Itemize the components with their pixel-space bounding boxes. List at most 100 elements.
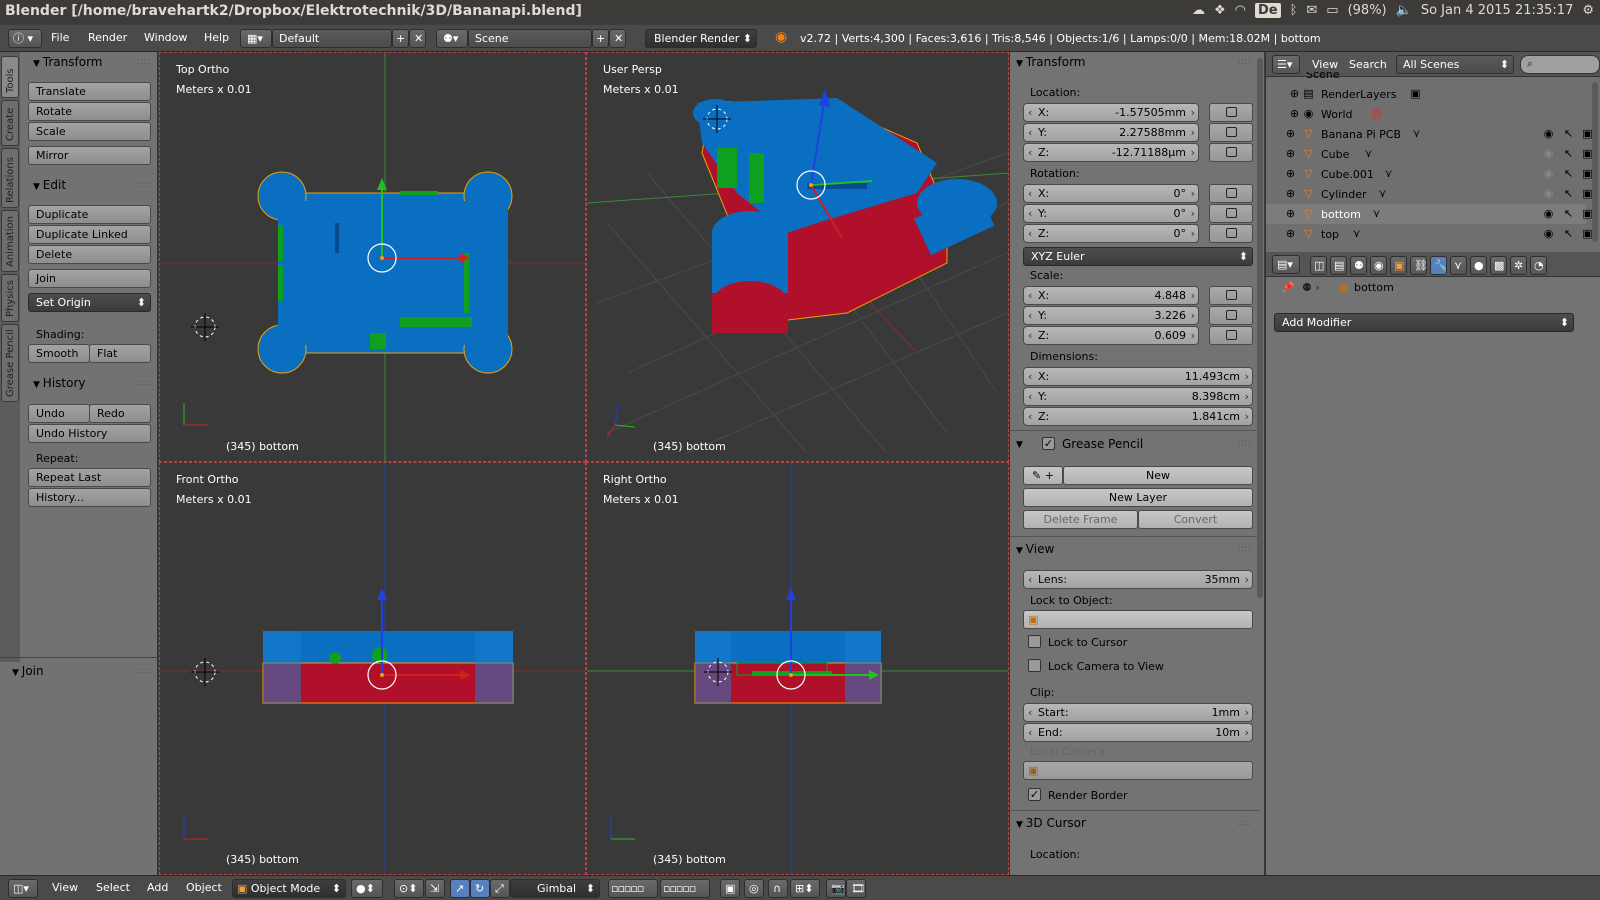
editor-type-info-icon[interactable]: ⓘ ▾	[8, 29, 42, 48]
object-top-view[interactable]	[257, 171, 513, 374]
lock-scale-x-icon[interactable]	[1209, 286, 1253, 305]
translate-button[interactable]: Translate	[28, 82, 151, 101]
lock-location-z-icon[interactable]	[1209, 143, 1253, 162]
expand-icon[interactable]: ⊕	[1288, 107, 1301, 120]
lock-rotation-z-icon[interactable]	[1209, 224, 1253, 243]
layer-buttons-1[interactable]: ▫▫▫▫▫	[608, 879, 658, 898]
smooth-button[interactable]: Smooth	[28, 344, 90, 363]
expand-icon[interactable]: ⊕	[1284, 147, 1297, 160]
viewport-front-ortho[interactable]: Front Ortho Meters x 0.01 (345) bottom	[159, 462, 586, 875]
battery-percent[interactable]: (98%)	[1348, 3, 1387, 18]
scene-field[interactable]: Scene	[468, 29, 592, 48]
tab-physics[interactable]: Physics	[1, 274, 19, 322]
battery-icon[interactable]: ▭	[1326, 3, 1338, 18]
delete-button[interactable]: Delete	[28, 245, 151, 264]
wifi-icon[interactable]: ◠	[1235, 3, 1246, 18]
panel-grip-icon[interactable]: ∷∷	[1238, 439, 1251, 449]
menu-render[interactable]: Render	[88, 31, 127, 44]
panel-grip-icon[interactable]: ∷∷	[1238, 819, 1251, 829]
lock-layers-icon[interactable]: ▣	[720, 879, 740, 898]
particles-tab-icon[interactable]: ✲	[1510, 256, 1527, 275]
3d-cursor-panel-header[interactable]: 3D Cursor	[1016, 816, 1086, 830]
transform-panel-header[interactable]: Transform	[33, 55, 103, 69]
lock-object-field[interactable]: ▣	[1023, 610, 1253, 629]
panel-grip-icon[interactable]: ∷∷	[137, 181, 150, 191]
menu-file[interactable]: File	[51, 31, 69, 44]
transform-orientation-dropdown[interactable]: Gimbal ⬍	[510, 879, 600, 898]
screen-layout-field[interactable]: Default	[272, 29, 392, 48]
tab-create[interactable]: Create	[1, 100, 19, 146]
outliner-row-cylinder[interactable]: ⊕ ▽ Cylinder ⋎ ◉ ↖ ▣	[1266, 184, 1593, 204]
opengl-render-animation-icon[interactable]: 🎞	[846, 879, 866, 898]
transform-panel-header[interactable]: Transform	[1016, 55, 1086, 69]
selectable-cursor-icon[interactable]: ↖	[1562, 167, 1575, 180]
delete-screen-button[interactable]: ✕	[409, 29, 426, 48]
outliner-row-bottom[interactable]: ⊕ ▽ bottom ⋎ ◉ ↖ ▣	[1266, 204, 1593, 224]
material-tab-icon[interactable]: ●	[1470, 256, 1487, 275]
snap-magnet-icon[interactable]: ∩	[768, 879, 788, 898]
opengl-render-image-icon[interactable]: 📷	[826, 879, 846, 898]
outliner-menu-view[interactable]: View	[1312, 58, 1338, 71]
undo-button[interactable]: Undo	[28, 404, 90, 423]
object-persp-view[interactable]	[693, 98, 997, 333]
constraints-tab-icon[interactable]: ⛓	[1410, 256, 1427, 275]
clock[interactable]: So Jan 4 2015 21:35:17	[1421, 3, 1574, 18]
add-screen-button[interactable]: +	[392, 29, 409, 48]
add-modifier-dropdown[interactable]: Add Modifier ⬍	[1274, 313, 1574, 332]
outliner-menu-search[interactable]: Search	[1349, 58, 1387, 71]
menu-help[interactable]: Help	[204, 31, 229, 44]
lock-to-cursor-checkbox[interactable]	[1028, 635, 1041, 648]
history-more-button[interactable]: History...	[28, 488, 151, 507]
screen-layout-icon[interactable]: ▦▾	[240, 29, 272, 48]
repeat-last-button[interactable]: Repeat Last	[28, 468, 151, 487]
lock-scale-y-icon[interactable]	[1209, 306, 1253, 325]
visibility-eye-icon[interactable]: ◉	[1542, 167, 1555, 180]
gp-convert-button[interactable]: Convert	[1138, 510, 1253, 529]
object-tab-icon[interactable]: ▣	[1390, 256, 1407, 275]
lock-rotation-y-icon[interactable]	[1209, 204, 1253, 223]
interaction-mode-dropdown[interactable]: ▣ Object Mode ⬍	[232, 879, 346, 898]
scale-manipulator-icon[interactable]: ⤢	[490, 879, 510, 898]
selectable-cursor-icon[interactable]: ↖	[1562, 127, 1575, 140]
panel-grip-icon[interactable]: ∷∷	[1238, 58, 1251, 68]
outliner-row-top[interactable]: ⊕ ▽ top ⋎ ◉ ↖ ▣	[1266, 224, 1593, 244]
tab-grease-pencil[interactable]: Grease Pencil	[1, 324, 19, 402]
redo-button[interactable]: Redo	[89, 404, 151, 423]
join-button[interactable]: Join	[28, 269, 151, 288]
expand-icon[interactable]: ⊕	[1284, 187, 1297, 200]
render-tab-icon[interactable]: ◫	[1310, 256, 1327, 275]
selectable-cursor-icon[interactable]: ↖	[1562, 227, 1575, 240]
3d-menu-select[interactable]: Select	[96, 881, 130, 894]
z-manipulator-head[interactable]	[786, 588, 796, 600]
expand-icon[interactable]: ⊕	[1284, 227, 1297, 240]
rotation-x-field[interactable]: X:0°	[1023, 184, 1199, 203]
tab-tools[interactable]: Tools	[1, 56, 19, 98]
physics-tab-icon[interactable]: ◔	[1530, 256, 1547, 275]
modifiers-tab-icon[interactable]: 🔧	[1430, 256, 1447, 275]
visibility-eye-icon[interactable]: ◉	[1542, 147, 1555, 160]
lock-location-x-icon[interactable]	[1209, 103, 1253, 122]
3d-menu-object[interactable]: Object	[186, 881, 222, 894]
rotation-mode-dropdown[interactable]: XYZ Euler ⬍	[1023, 247, 1253, 266]
translate-manipulator-icon[interactable]: ↗	[450, 879, 470, 898]
local-camera-field[interactable]: ▣	[1023, 761, 1253, 780]
scale-z-field[interactable]: Z:0.609	[1023, 326, 1199, 345]
lens-field[interactable]: Lens:35mm	[1023, 570, 1253, 589]
view-panel-header[interactable]: View	[1016, 542, 1054, 556]
outliner-row-cube[interactable]: ⊕ ▽ Cube ⋎ ◉ ↖ ▣	[1266, 144, 1593, 164]
rotate-button[interactable]: Rotate	[28, 102, 151, 121]
outliner-scrollbar[interactable]	[1592, 82, 1598, 242]
scale-x-field[interactable]: X:4.848	[1023, 286, 1199, 305]
selectable-cursor-icon[interactable]: ↖	[1562, 187, 1575, 200]
menu-window[interactable]: Window	[144, 31, 187, 44]
pivot-point-dropdown[interactable]: ⊙⬍	[394, 879, 424, 898]
scene-icon[interactable]: ⚉▾	[436, 29, 468, 48]
viewport-shading-dropdown[interactable]: ●⬍	[351, 879, 383, 898]
dimensions-z-field[interactable]: Z:1.841cm	[1023, 407, 1253, 426]
location-x-field[interactable]: X:-1.57505mm	[1023, 103, 1199, 122]
outliner-row-world[interactable]: ⊕ ◉ World ▩	[1266, 104, 1586, 124]
proportional-edit-icon[interactable]: ◎	[744, 879, 764, 898]
grease-pencil-panel-header[interactable]	[1016, 436, 1023, 450]
duplicate-linked-button[interactable]: Duplicate Linked	[28, 225, 151, 244]
render-border-checkbox[interactable]: ✓	[1028, 788, 1041, 801]
